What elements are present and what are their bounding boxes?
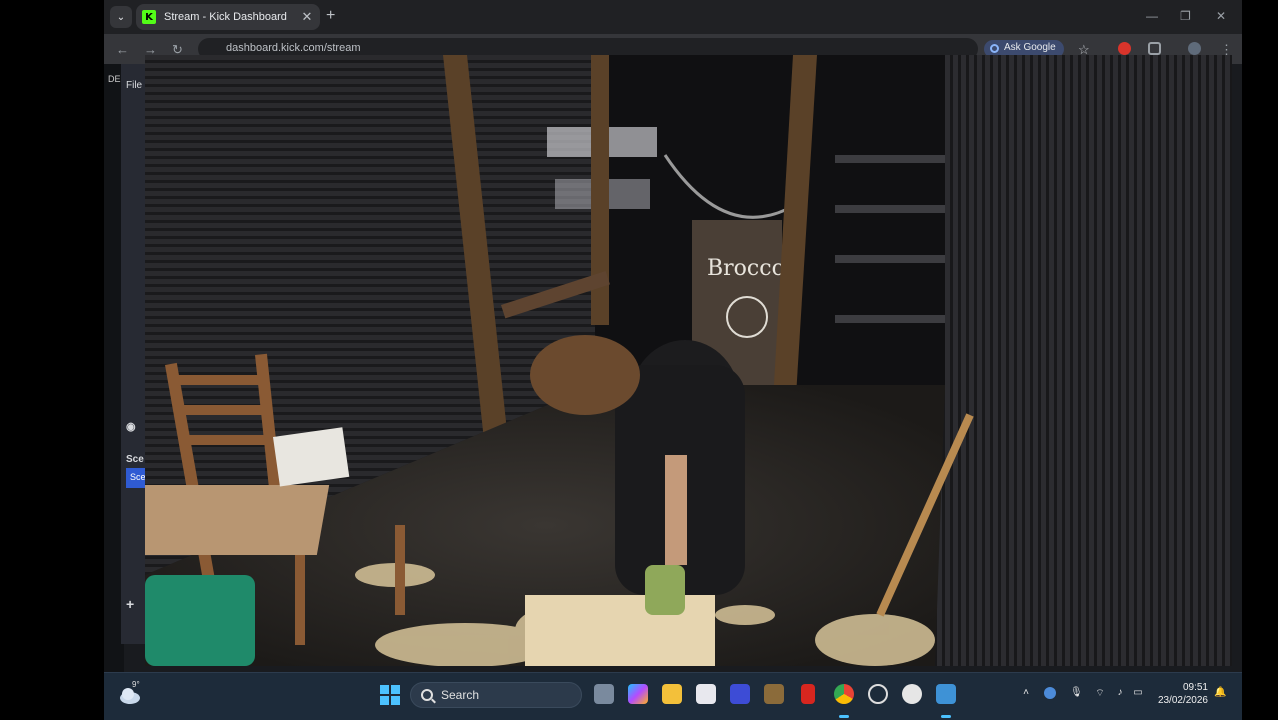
clock-date: 23/02/2026 [1157,695,1208,706]
chrome-active-indicator [839,715,849,718]
wifi-icon[interactable]: ⌔ [1094,687,1106,699]
taskbar-search[interactable]: Search [410,682,582,708]
minimize-button[interactable]: — [1146,9,1158,23]
restore-button[interactable]: ❐ [1180,9,1191,23]
desktop: ⌄ K Stream - Kick Dashboard ✕ + — ❐ ✕ ← … [0,0,1278,720]
rail-text: DE [108,74,121,84]
tab-kick-dashboard[interactable]: K Stream - Kick Dashboard ✕ [136,4,320,30]
close-window-button[interactable]: ✕ [1216,9,1226,23]
back-button[interactable]: ← [116,42,129,57]
notifications-bell-icon[interactable]: 🔔 [1214,687,1226,699]
extensions-puzzle-icon[interactable] [1148,42,1161,55]
battery-icon[interactable]: ▭ [1132,687,1144,699]
ask-google-label: Ask Google [1004,42,1056,53]
tab-close-icon[interactable]: ✕ [300,9,314,25]
weather-temperature: 9° [132,680,140,689]
extension-icon[interactable] [1118,42,1131,55]
clock-time: 09:51 [1182,682,1208,693]
app-active-indicator [941,715,951,718]
tab-bar: ⌄ K Stream - Kick Dashboard ✕ + — ❐ ✕ [104,0,1242,34]
start-button[interactable] [380,685,400,705]
broadcast-panel [121,64,145,644]
netflix-icon[interactable] [801,684,815,704]
chevron-up-icon[interactable]: ˄ [1020,687,1032,699]
windows-taskbar: 9° Search ˄ 🎙 ⌔ ♪ ▭ 09:51 23/02/2026 🔔 [104,672,1242,720]
new-tab-button[interactable]: + [326,7,335,25]
video-frame: Broccoli [145,55,1232,666]
cloud-sync-icon[interactable] [1044,687,1056,699]
store-icon[interactable] [696,684,716,704]
tab-search-button[interactable]: ⌄ [110,6,132,28]
file-explorer-icon[interactable] [662,684,682,704]
task-view-icon[interactable] [594,684,614,704]
menu-file[interactable]: File [126,80,142,91]
microphone-icon[interactable]: 🎙 [1070,687,1083,699]
chrome-icon[interactable] [834,684,854,704]
clock[interactable]: 09:51 23/02/2026 [1152,681,1208,707]
kick-favicon-icon: K [142,10,156,24]
app-icon-blue[interactable] [730,684,750,704]
google-lens-icon [990,44,999,53]
plus-icon[interactable]: + [126,596,134,612]
minecraft-icon[interactable] [764,684,784,704]
stream-video-feed[interactable]: Broccoli [145,55,1232,666]
obs-icon[interactable] [868,684,888,704]
app-icon-monitor[interactable] [936,684,956,704]
app-icon-round[interactable] [902,684,922,704]
search-label: Search [441,688,480,702]
copilot-icon[interactable] [628,684,648,704]
profile-avatar[interactable] [1188,42,1201,55]
volume-icon[interactable]: ♪ [1114,687,1126,699]
camera-icon[interactable]: ◉ [126,420,136,433]
scenes-label: Sce [126,454,144,465]
search-icon [421,689,433,701]
tab-title: Stream - Kick Dashboard [164,11,287,23]
